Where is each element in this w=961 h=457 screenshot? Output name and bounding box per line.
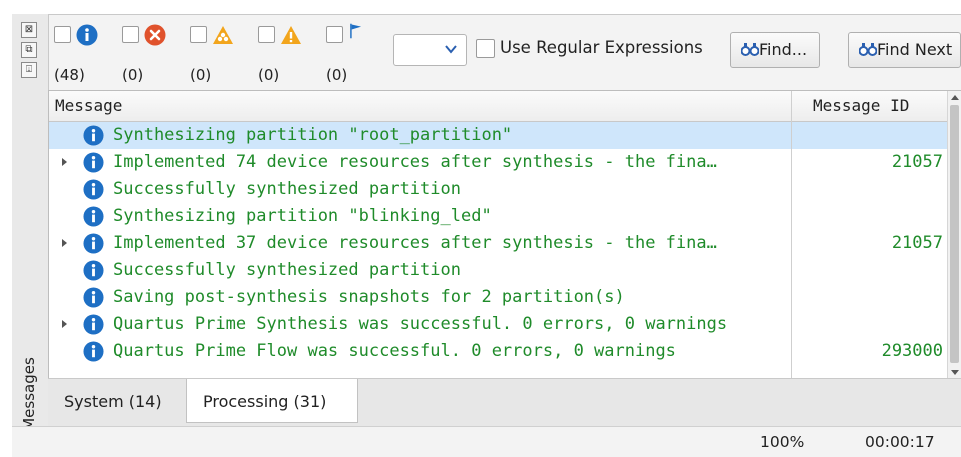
message-text: Implemented 74 device resources after sy… xyxy=(113,152,717,172)
table-row[interactable]: Quartus Prime Flow was successful. 0 err… xyxy=(49,338,947,365)
flag-icon xyxy=(350,23,362,39)
message-id: 293000 xyxy=(881,341,943,361)
elapsed-time: 00:00:17 xyxy=(865,433,935,451)
filter-warning-checkbox[interactable] xyxy=(258,26,275,43)
filter-critical-warning-checkbox[interactable] xyxy=(190,26,207,43)
expand-arrow-icon[interactable] xyxy=(62,158,67,166)
message-text: Successfully synthesized partition xyxy=(113,260,461,280)
filter-error-checkbox[interactable] xyxy=(122,26,139,43)
scroll-up-arrow[interactable] xyxy=(951,95,959,100)
info-icon xyxy=(83,152,104,173)
info-icon xyxy=(83,206,104,227)
message-text: Implemented 37 device resources after sy… xyxy=(113,233,717,253)
table-row[interactable]: Saving post-synthesis snapshots for 2 pa… xyxy=(49,284,947,311)
message-text: Quartus Prime Flow was successful. 0 err… xyxy=(113,341,676,361)
search-combobox[interactable] xyxy=(393,34,467,66)
binoculars-icon xyxy=(859,43,877,56)
filter-info-checkbox[interactable] xyxy=(54,26,71,43)
info-icon xyxy=(76,24,98,46)
tab-processing[interactable]: Processing (31) xyxy=(186,379,358,423)
error-icon xyxy=(144,24,166,46)
info-icon xyxy=(83,179,104,200)
info-icon xyxy=(83,341,104,362)
message-text: Saving post-synthesis snapshots for 2 pa… xyxy=(113,287,625,307)
message-table: Message Message ID Synthesizing partitio… xyxy=(48,90,961,380)
find-next-button-label: Find Next xyxy=(877,40,953,59)
vertical-scrollbar[interactable] xyxy=(947,91,961,379)
table-row[interactable]: Quartus Prime Synthesis was successful. … xyxy=(49,311,947,338)
message-id: 21057 xyxy=(891,152,943,172)
filter-error-count: (0) xyxy=(122,66,144,84)
filter-flag-count: (0) xyxy=(326,66,348,84)
filter-flag-checkbox[interactable] xyxy=(326,26,343,43)
message-text: Successfully synthesized partition xyxy=(113,179,461,199)
filter-critical-warning-count: (0) xyxy=(190,66,212,84)
info-icon xyxy=(83,233,104,254)
message-text: Quartus Prime Synthesis was successful. … xyxy=(113,314,728,334)
table-row[interactable]: Successfully synthesized partition xyxy=(49,257,947,284)
message-tabs: System (14) Processing (31) xyxy=(48,378,961,427)
table-header: Message Message ID xyxy=(49,91,947,122)
info-icon xyxy=(83,314,104,335)
scrollbar-thumb[interactable] xyxy=(950,105,959,363)
expand-arrow-icon[interactable] xyxy=(62,320,67,328)
expand-arrow-icon[interactable] xyxy=(62,239,67,247)
table-row[interactable]: Synthesizing partition "blinking_led" xyxy=(49,203,947,230)
warning-icon xyxy=(281,26,301,44)
tab-system[interactable]: System (14) xyxy=(48,379,184,422)
zoom-level: 100% xyxy=(760,433,805,451)
float-window-icon[interactable]: ⧉ xyxy=(21,42,37,58)
find-next-button[interactable]: Find Next xyxy=(848,32,961,68)
info-icon xyxy=(83,125,104,146)
message-text: Synthesizing partition "root_partition" xyxy=(113,125,513,145)
regex-label: Use Regular Expressions xyxy=(500,38,703,57)
messages-side-strip: ⊠ ⧉ ⍗ Messages xyxy=(12,14,49,431)
column-header-message-id[interactable]: Message ID xyxy=(813,96,909,115)
table-row[interactable]: Implemented 37 device resources after sy… xyxy=(49,230,947,257)
pin-icon[interactable]: ⍗ xyxy=(21,62,37,78)
message-id: 21057 xyxy=(891,233,943,253)
message-toolbar: (48) (0) (0) (0) (0) Use Regular Express… xyxy=(48,14,961,90)
critical-warning-icon xyxy=(213,26,233,44)
find-button-label: Find... xyxy=(759,40,808,59)
scroll-down-arrow[interactable] xyxy=(951,370,959,375)
info-icon xyxy=(83,260,104,281)
filter-warning-count: (0) xyxy=(258,66,280,84)
find-button[interactable]: Find... xyxy=(730,32,820,68)
table-row[interactable]: Synthesizing partition "root_partition" xyxy=(49,122,947,149)
chevron-down-icon[interactable] xyxy=(444,42,458,56)
column-divider[interactable] xyxy=(791,91,792,379)
message-text: Synthesizing partition "blinking_led" xyxy=(113,206,492,226)
info-icon xyxy=(83,287,104,308)
status-bar: 100% 00:00:17 xyxy=(12,426,961,457)
binoculars-icon xyxy=(741,43,759,56)
table-row[interactable]: Implemented 74 device resources after sy… xyxy=(49,149,947,176)
regex-checkbox[interactable] xyxy=(476,39,495,58)
close-icon[interactable]: ⊠ xyxy=(21,22,37,38)
filter-info-count: (48) xyxy=(54,66,85,84)
table-row[interactable]: Successfully synthesized partition xyxy=(49,176,947,203)
column-header-message[interactable]: Message xyxy=(55,96,122,115)
